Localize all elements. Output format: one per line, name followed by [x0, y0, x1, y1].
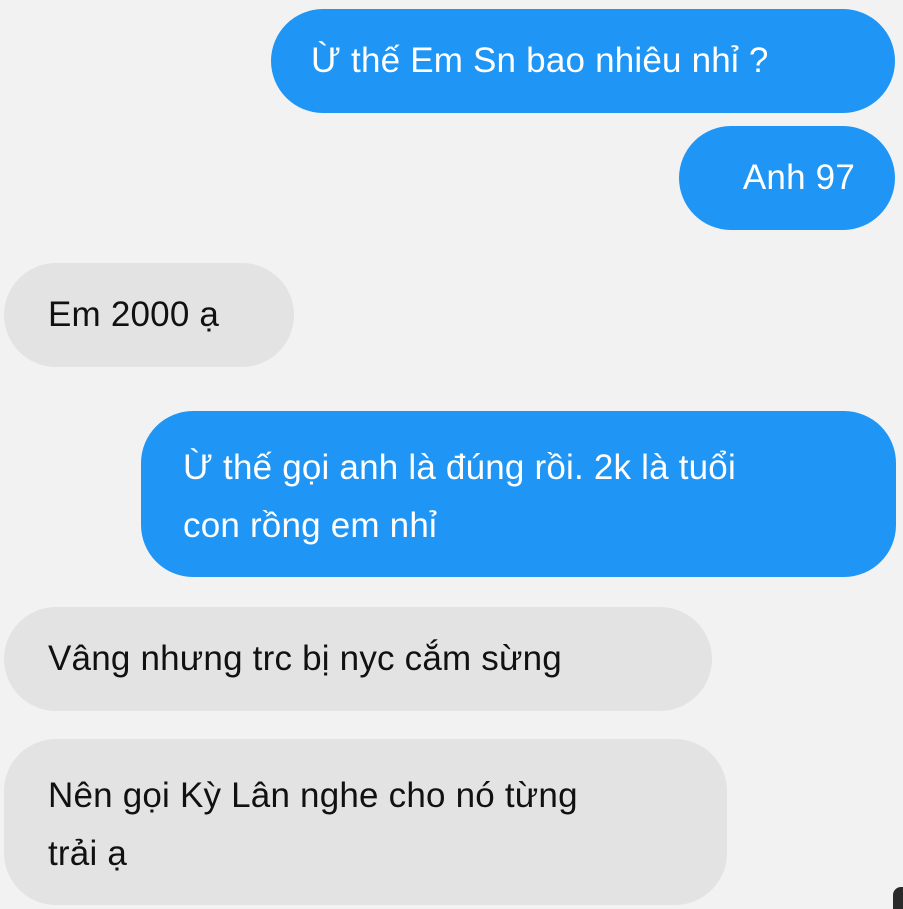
incoming-message-bubble[interactable]: Em 2000 ạ [4, 263, 294, 367]
incoming-message-bubble[interactable]: Vâng nhưng trc bị nyc cắm sừng [4, 607, 712, 711]
outgoing-message-bubble[interactable]: Ừ thế Em Sn bao nhiêu nhỉ ? [271, 9, 895, 113]
corner-edge-mark [893, 887, 903, 909]
outgoing-message-bubble[interactable]: Ừ thế gọi anh là đúng rồi. 2k là tuổi co… [141, 411, 896, 577]
chat-thread: Ừ thế Em Sn bao nhiêu nhỉ ? Anh 97 Em 20… [0, 0, 903, 909]
incoming-message-bubble[interactable]: Nên gọi Kỳ Lân nghe cho nó từng trải ạ [4, 739, 727, 905]
outgoing-message-bubble[interactable]: Anh 97 [679, 126, 895, 230]
